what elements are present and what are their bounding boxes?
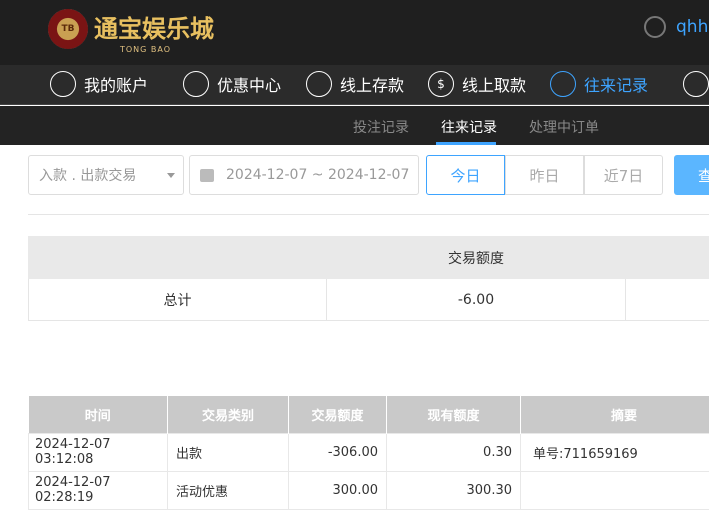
deposit-icon <box>306 71 332 97</box>
summary-header-blank <box>28 236 327 279</box>
nav-label: 往来记录 <box>584 76 649 95</box>
bell-icon <box>683 71 709 97</box>
cell-type: 出款 <box>167 432 289 472</box>
withdraw-icon: $ <box>428 71 454 97</box>
nav-label: 线上存款 <box>340 76 405 95</box>
cell-time: 2024-12-07 02:28:19 <box>28 470 168 510</box>
summary-header: 交易额度 <box>326 236 626 279</box>
cell-type: 活动优惠 <box>167 470 289 510</box>
transactions-table: 时间 交易类别 交易额度 现有额度 摘要 2024-12-07 03:12:08… <box>28 396 709 510</box>
nav-notifications[interactable] <box>683 71 709 97</box>
nav-deposit[interactable]: 线上存款 <box>306 71 404 97</box>
table-row: 2024-12-07 02:28:19 活动优惠 300.00 300.30 <box>28 470 709 510</box>
cell-time: 2024-12-07 03:12:08 <box>28 432 168 472</box>
subtab-bet-records[interactable]: 投注记录 <box>353 117 409 137</box>
subtab-pending-orders[interactable]: 处理中订单 <box>529 117 599 137</box>
user-avatar-icon <box>644 16 666 38</box>
nav-label: 优惠中心 <box>217 76 282 95</box>
nav-my-account[interactable]: 我的账户 <box>50 71 148 97</box>
column-header: 时间 <box>28 396 168 433</box>
nav-promotions[interactable]: 优惠中心 <box>183 71 281 97</box>
gift-icon <box>183 71 209 97</box>
top-header: TB 通宝娱乐城 TONG BAO qhhw <box>0 0 709 65</box>
logo-subtext: TONG BAO <box>120 45 172 54</box>
chevron-down-icon <box>167 173 175 182</box>
user-icon <box>50 71 76 97</box>
date-range-value: 2024-12-07 ~ 2024-12-07 <box>226 167 410 183</box>
date-range-input[interactable]: 2024-12-07 ~ 2024-12-07 <box>189 155 419 195</box>
cell-amount: 300.00 <box>288 470 387 510</box>
username: qhhw <box>676 17 709 37</box>
summary-blank <box>625 278 709 321</box>
subtab-transactions[interactable]: 往来记录 <box>441 117 497 137</box>
search-button[interactable]: 查 <box>674 155 709 195</box>
main-nav: 我的账户 优惠中心 线上存款 $ 线上取款 往来记录 <box>0 65 709 105</box>
cell-summary: 单号:711659169 <box>520 432 709 472</box>
nav-withdraw[interactable]: $ 线上取款 <box>428 71 526 97</box>
active-tab-indicator <box>436 142 496 145</box>
nav-label: 线上取款 <box>462 76 527 95</box>
user-menu[interactable]: qhhw <box>644 16 709 38</box>
cell-amount: -306.00 <box>288 432 387 472</box>
divider <box>28 214 709 215</box>
column-header: 摘要 <box>520 396 709 433</box>
logo-text: 通宝娱乐城 <box>94 14 214 43</box>
column-header: 交易类别 <box>167 396 289 433</box>
transaction-type-select[interactable]: 入款 . 出款交易 <box>28 155 184 195</box>
cell-balance: 0.30 <box>386 432 521 472</box>
select-value: 入款 . 出款交易 <box>39 168 137 184</box>
cell-balance: 300.30 <box>386 470 521 510</box>
cell-summary <box>520 470 709 510</box>
records-icon <box>550 71 576 97</box>
summary-table: 交易额度 总计 -6.00 <box>28 236 709 321</box>
calendar-icon <box>200 168 214 182</box>
column-header: 现有额度 <box>386 396 521 433</box>
summary-label: 总计 <box>28 278 327 321</box>
nav-label: 我的账户 <box>84 76 149 95</box>
summary-header-blank <box>625 236 709 279</box>
logo-chip-icon: TB <box>48 9 88 49</box>
today-button[interactable]: 今日 <box>426 155 505 195</box>
column-header: 交易额度 <box>288 396 387 433</box>
table-row: 2024-12-07 03:12:08 出款 -306.00 0.30 单号:7… <box>28 432 709 472</box>
sub-nav: 投注记录 往来记录 处理中订单 <box>0 106 709 145</box>
summary-value: -6.00 <box>326 278 626 321</box>
nav-records[interactable]: 往来记录 <box>550 71 648 97</box>
logo[interactable]: TB 通宝娱乐城 TONG BAO <box>48 9 214 54</box>
yesterday-button[interactable]: 昨日 <box>505 155 584 195</box>
last-7-days-button[interactable]: 近7日 <box>584 155 663 195</box>
